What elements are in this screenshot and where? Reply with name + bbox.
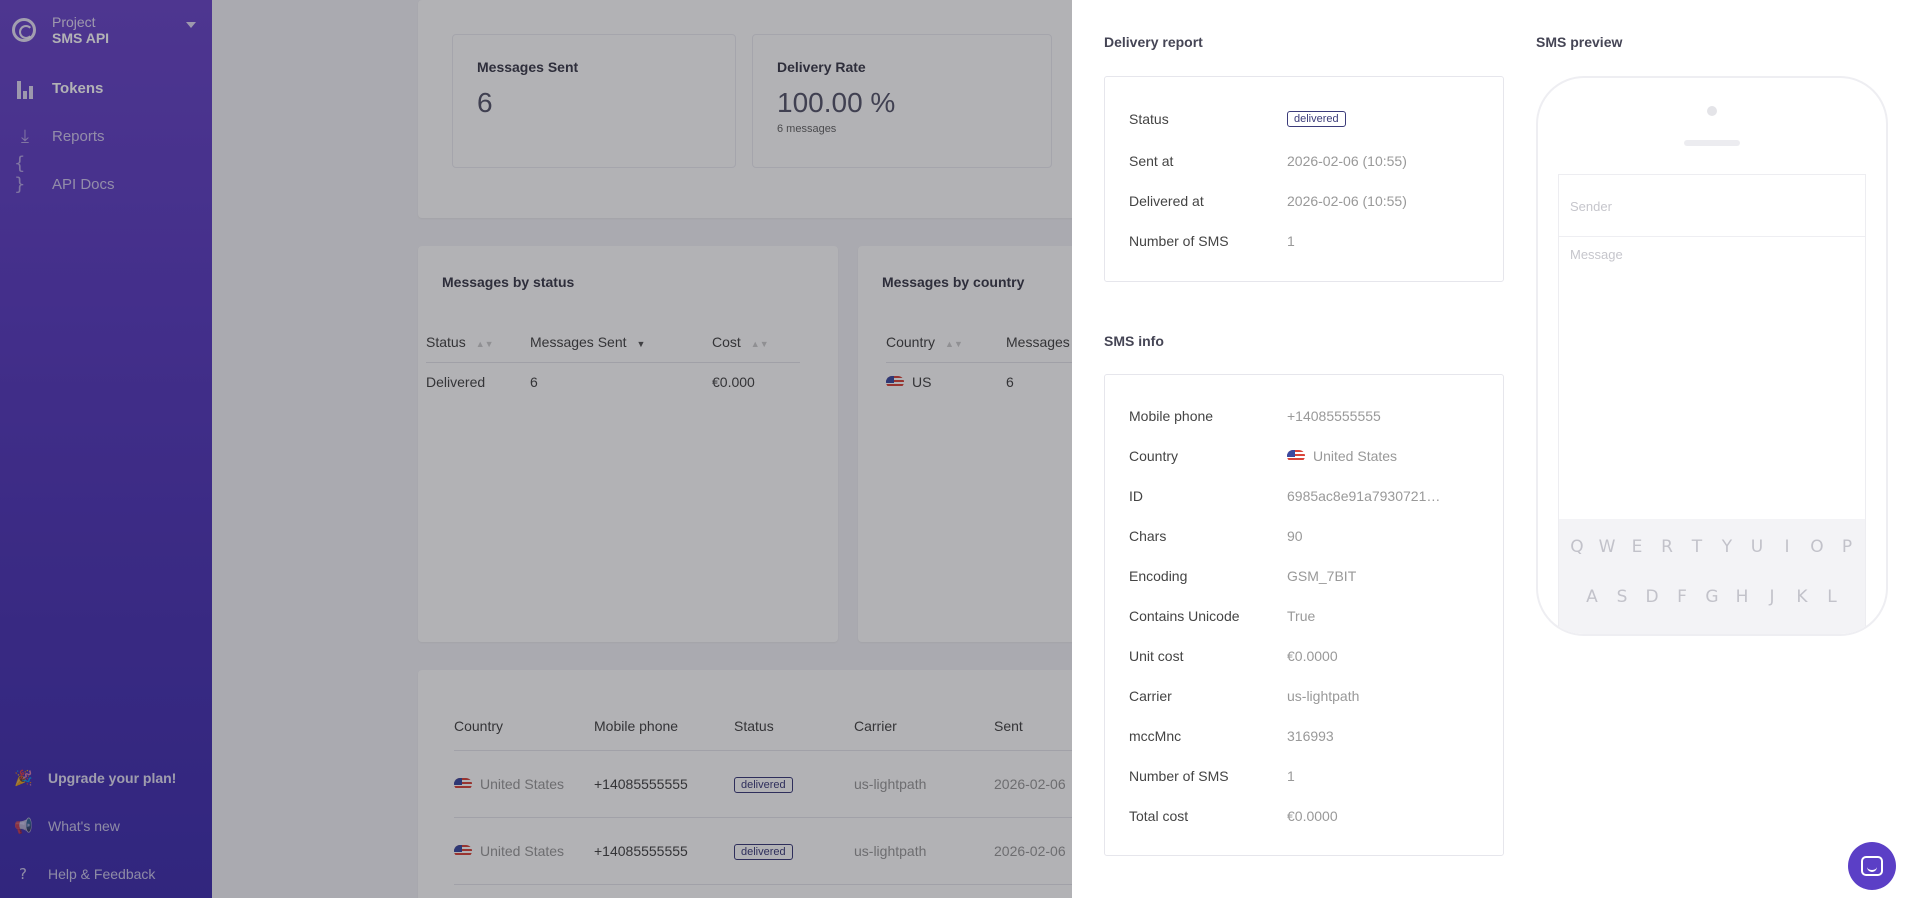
sms-preview-title: SMS preview (1536, 34, 1623, 50)
phone-status-bar (1559, 175, 1865, 197)
delivery-report-box: Status delivered Sent at 2026-02-06 (10:… (1104, 76, 1504, 282)
chat-support-button[interactable] (1848, 842, 1896, 890)
message-detail-drawer: Delivery report Status delivered Sent at… (1072, 0, 1912, 898)
keyboard-row: ASDFGHJKL (1586, 587, 1837, 607)
chat-icon (1861, 856, 1883, 876)
modal-overlay[interactable] (0, 0, 1072, 898)
status-badge: delivered (1287, 111, 1346, 127)
sms-info-title: SMS info (1104, 333, 1164, 349)
delivery-report-title: Delivery report (1104, 34, 1203, 50)
phone-speaker (1684, 140, 1740, 146)
keyboard-row: QWERTYUIOP (1570, 537, 1853, 557)
sms-info-box: Mobile phone +14085555555 Country United S… (1104, 374, 1504, 856)
sender-field: Sender (1559, 197, 1865, 237)
phone-preview: Sender Message QWERTYUIOP ASDFGHJKL (1536, 76, 1888, 636)
message-field: Message (1570, 247, 1623, 262)
us-flag-icon (1287, 450, 1305, 462)
keyboard: QWERTYUIOP ASDFGHJKL (1559, 519, 1865, 634)
phone-screen: Sender Message QWERTYUIOP ASDFGHJKL (1558, 174, 1866, 634)
phone-camera (1707, 106, 1717, 116)
